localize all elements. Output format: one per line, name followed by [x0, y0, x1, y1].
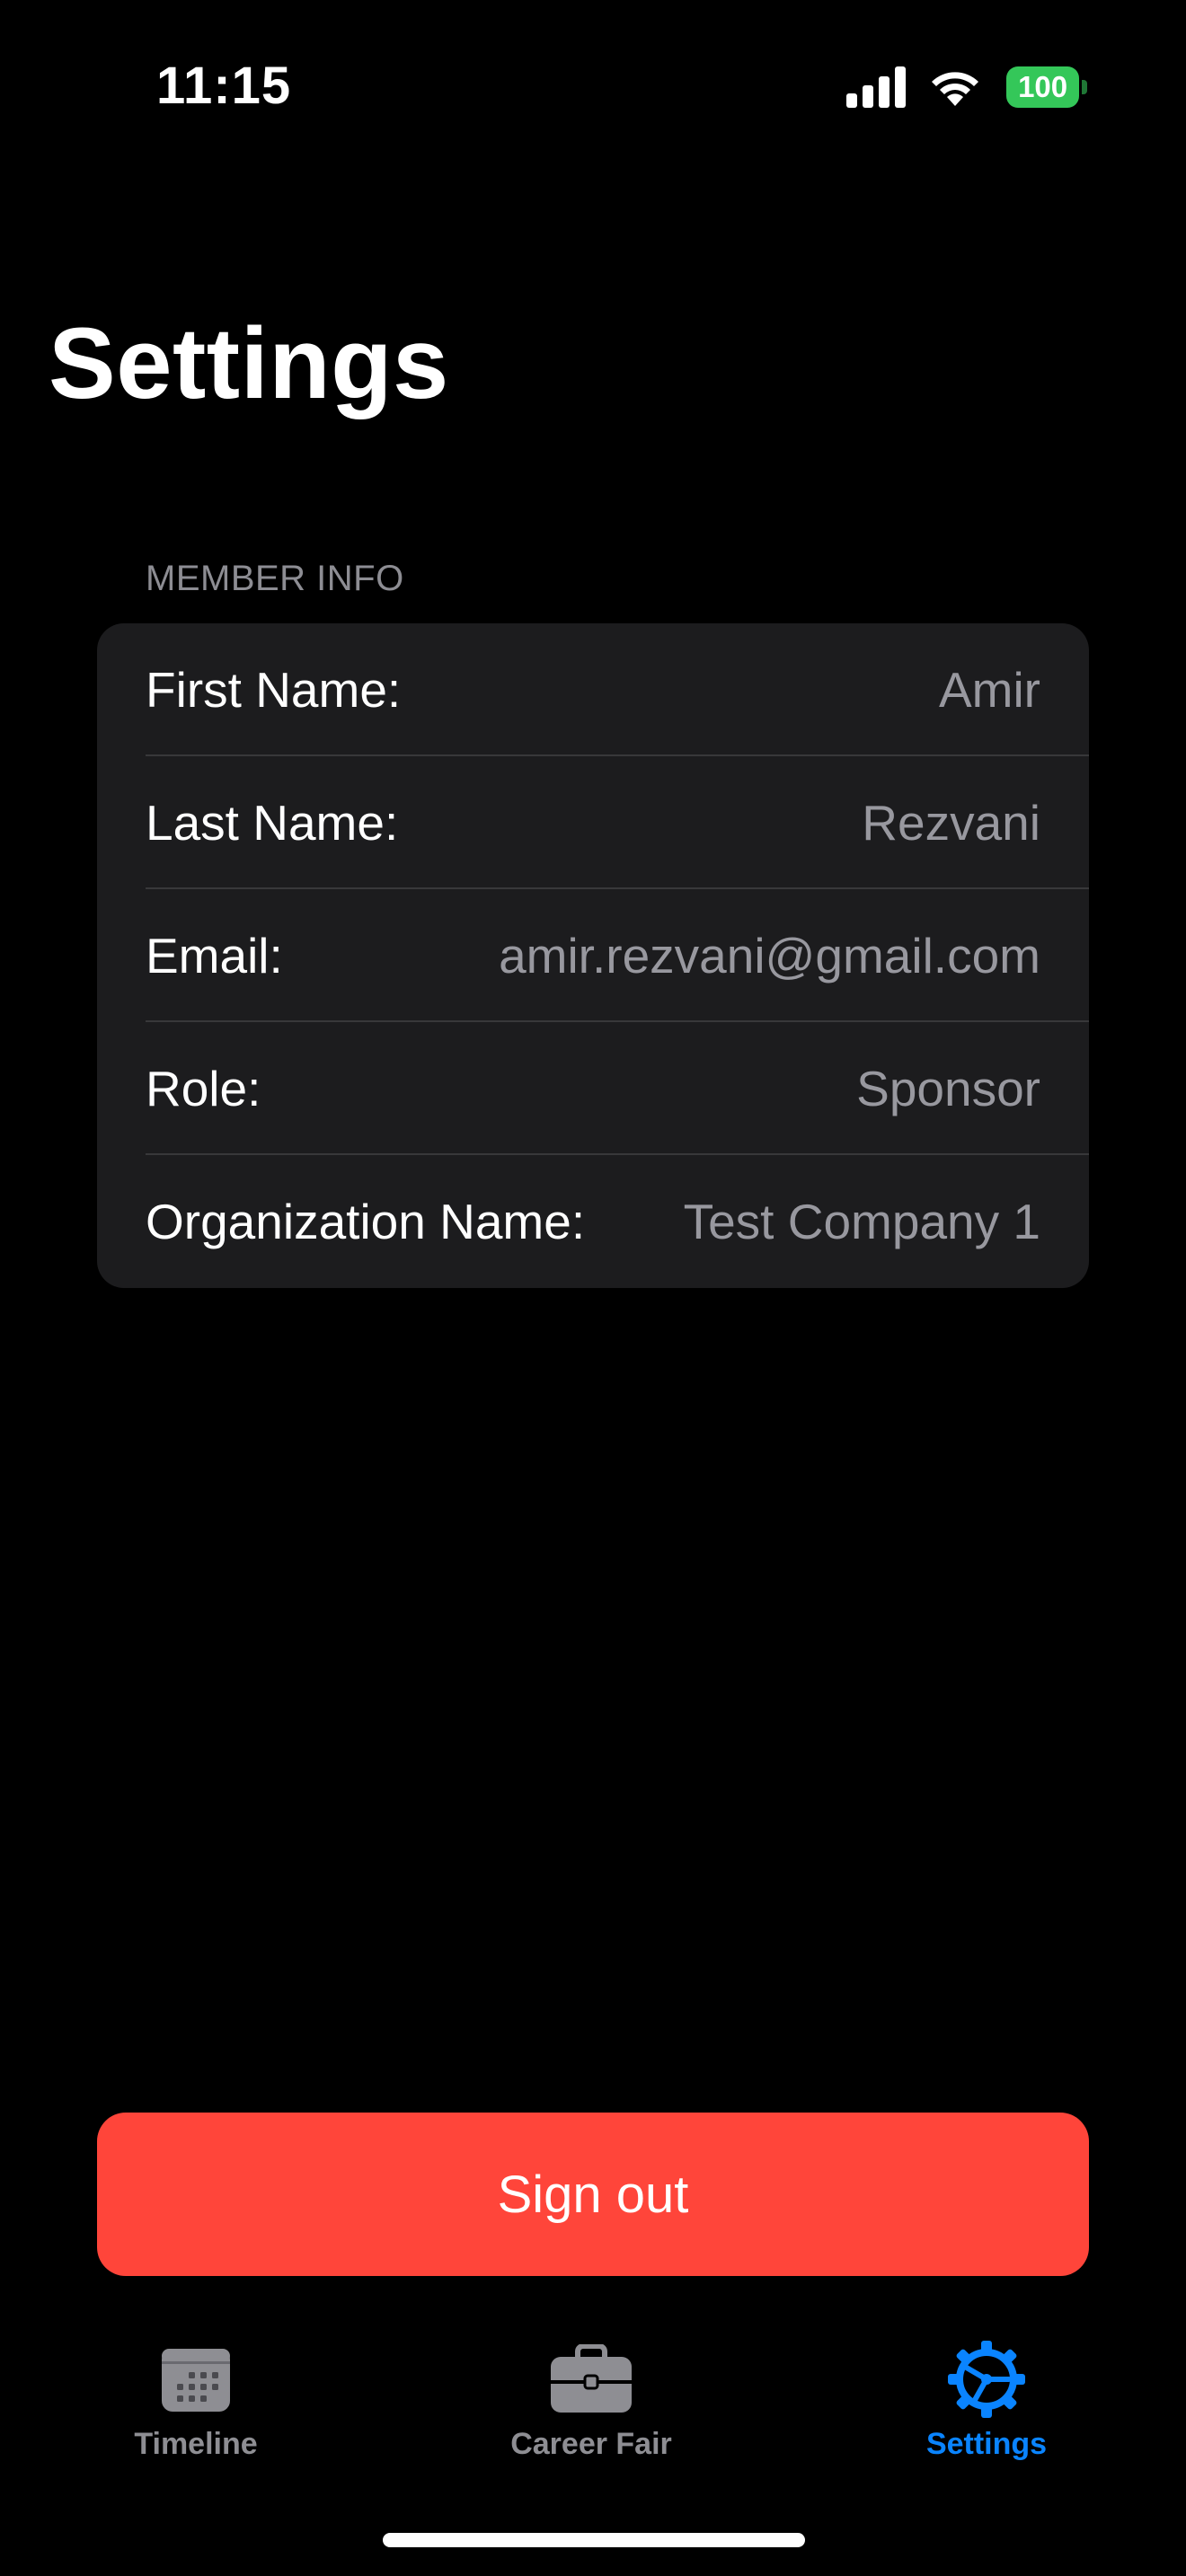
row-value: Sponsor — [856, 1061, 1040, 1116]
battery-icon: 100 — [1006, 66, 1087, 108]
tab-label: Timeline — [134, 2427, 258, 2461]
tab-timeline[interactable]: Timeline — [61, 2341, 331, 2462]
member-info-card: First Name: Amir Last Name: Rezvani Emai… — [97, 623, 1089, 1288]
tab-label: Career Fair — [510, 2427, 672, 2461]
sign-out-button[interactable]: Sign out — [97, 2113, 1089, 2276]
info-row-first-name: First Name: Amir — [146, 623, 1089, 756]
wifi-icon — [932, 72, 978, 106]
tab-career-fair[interactable]: Career Fair — [456, 2341, 726, 2462]
info-row-organization-name: Organization Name: Test Company 1 — [146, 1155, 1089, 1288]
row-value: Amir — [938, 662, 1040, 718]
status-time: 11:15 — [156, 57, 292, 115]
tab-settings[interactable]: Settings — [852, 2341, 1121, 2462]
row-label: Email: — [146, 928, 283, 984]
battery-level: 100 — [1006, 66, 1080, 108]
tab-bar: Timeline Career Fair Settings — [0, 2317, 1186, 2497]
row-value: Rezvani — [862, 795, 1040, 851]
briefcase-icon — [546, 2341, 636, 2418]
gear-icon — [942, 2341, 1031, 2418]
row-value: Test Company 1 — [683, 1194, 1040, 1249]
status-bar: 11:15 100 — [0, 0, 1186, 171]
row-label: First Name: — [146, 662, 402, 718]
info-row-role: Role: Sponsor — [146, 1022, 1089, 1155]
row-value: amir.rezvani@gmail.com — [499, 928, 1040, 984]
row-label: Last Name: — [146, 795, 399, 851]
info-row-last-name: Last Name: Rezvani — [146, 756, 1089, 889]
section-header-member-info: MEMBER INFO — [146, 559, 404, 598]
cellular-signal-icon — [846, 66, 906, 108]
battery-cap — [1082, 80, 1087, 94]
home-indicator[interactable] — [383, 2533, 805, 2547]
page-title: Settings — [49, 307, 449, 419]
status-icons: 100 — [846, 63, 1087, 111]
calendar-icon — [151, 2341, 241, 2418]
tab-label: Settings — [925, 2427, 1048, 2461]
row-label: Organization Name: — [146, 1194, 586, 1249]
info-row-email: Email: amir.rezvani@gmail.com — [146, 889, 1089, 1022]
row-label: Role: — [146, 1061, 261, 1116]
